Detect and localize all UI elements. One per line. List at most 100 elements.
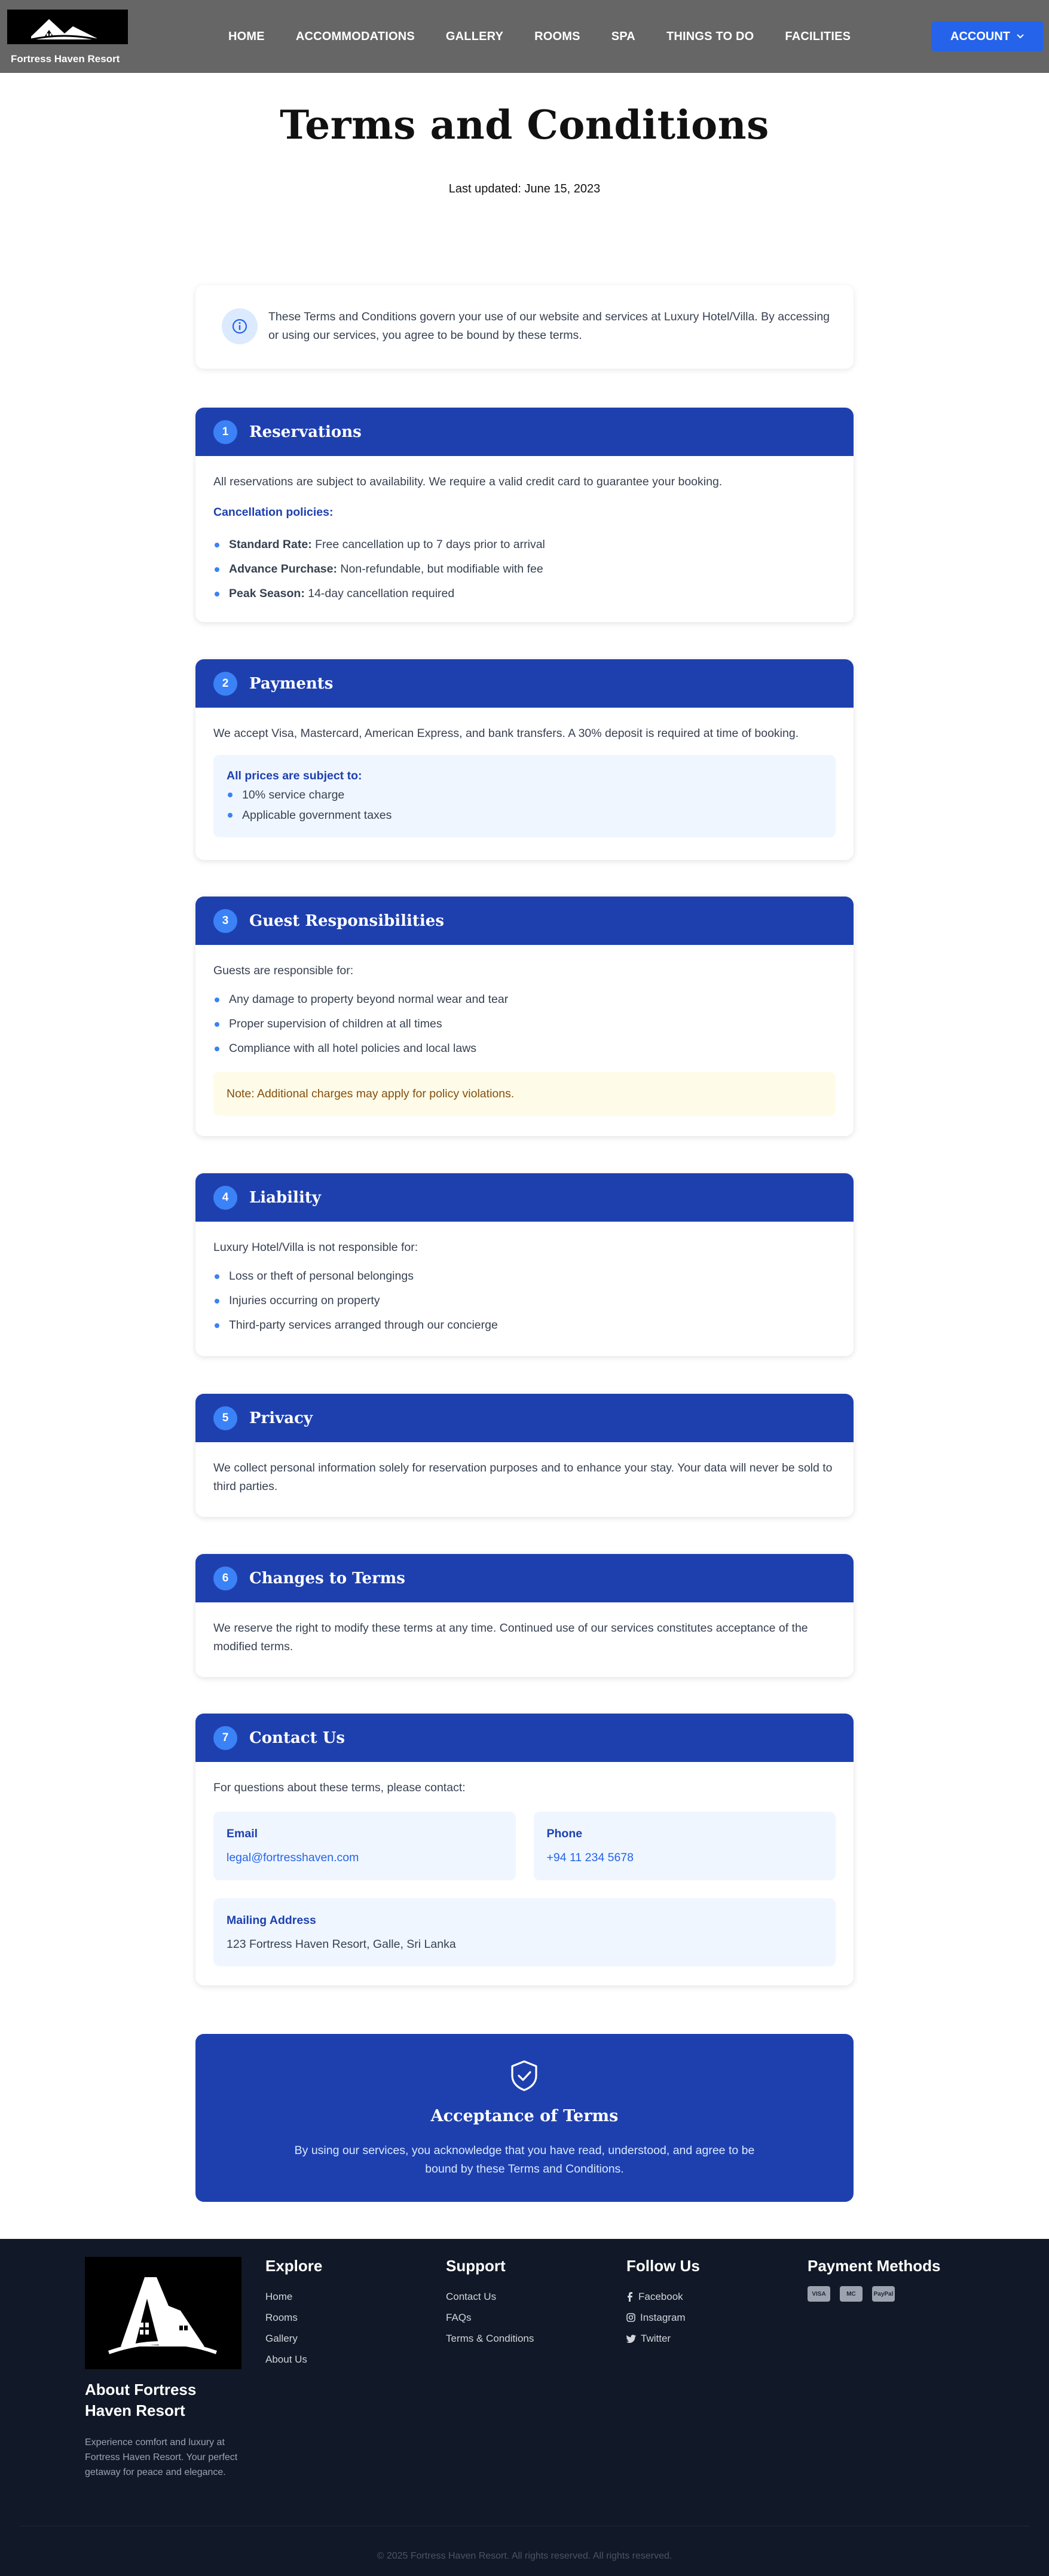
intro-text: These Terms and Conditions govern your u… [268,310,830,342]
facebook-label: Facebook [638,2291,683,2302]
nav-home[interactable]: HOME [228,30,265,44]
policy-desc: 14-day cancellation required [304,587,455,600]
policy-term: Advance Purchase: [229,562,337,576]
nav-things-to-do[interactable]: THINGS TO DO [666,30,754,44]
list-item: Third-party services arranged through ou… [213,1313,836,1338]
section-number: 3 [213,908,237,933]
policy-desc: Non-refundable, but modifiable with fee [337,562,543,576]
footer-link-contact[interactable]: Contact Us [446,2286,534,2307]
footer-follow: Follow Us Facebook Instagram Twitter [626,2257,700,2349]
policy-desc: Free cancellation up to 7 days prior to … [311,538,545,551]
nav-facilities[interactable]: FACILITIES [785,30,851,44]
footer-link-gallery[interactable]: Gallery [265,2328,322,2349]
instagram-label: Instagram [640,2312,686,2323]
section-body: We collect personal information solely f… [195,1442,854,1514]
section-payments: 2 Payments We accept Visa, Mastercard, A… [195,659,854,860]
section-contact: 7 Contact Us For questions about these t… [195,1714,854,1985]
list-item: Standard Rate: Free cancellation up to 7… [213,533,836,557]
list-item: Applicable government taxes [227,805,822,825]
list-item: Compliance with all hotel policies and l… [213,1036,836,1061]
section-privacy: 5 Privacy We collect personal informatio… [195,1394,854,1517]
section-text: We accept Visa, Mastercard, American Exp… [213,727,799,740]
footer-support: Support Contact Us FAQs Terms & Conditio… [446,2257,534,2349]
footer-link-terms[interactable]: Terms & Conditions [446,2328,534,2349]
logo[interactable] [7,10,128,44]
section-header: 5 Privacy [195,1394,854,1442]
policy-note: Note: Additional charges may apply for p… [213,1072,836,1116]
list-item: Injuries occurring on property [213,1289,836,1313]
visa-icon: VISA [808,2286,830,2302]
section-body: Guests are responsible for: Any damage t… [195,945,854,1134]
section-number: 6 [213,1566,237,1590]
section-body: We reserve the right to modify these ter… [195,1602,854,1674]
house-logo-icon [108,2277,218,2354]
footer-logo[interactable] [85,2257,241,2369]
prices-title: All prices are subject to: [227,769,362,782]
facebook-icon [628,2292,632,2302]
section-number: 5 [213,1406,237,1430]
footer-support-title: Support [446,2257,506,2275]
liability-list: Loss or theft of personal belongings Inj… [213,1264,836,1338]
brand-name: Fortress Haven Resort [11,53,120,65]
footer-link-faqs[interactable]: FAQs [446,2307,534,2328]
prices-list: 10% service charge Applicable government… [227,785,822,825]
section-changes: 6 Changes to Terms We reserve the right … [195,1554,854,1677]
section-text: Guests are responsible for: [213,964,354,977]
list-item: Advance Purchase: Non-refundable, but mo… [213,557,836,582]
paypal-icon: PayPal [872,2286,895,2302]
section-header: 3 Guest Responsibilities [195,897,854,945]
nav-accommodations[interactable]: ACCOMMODATIONS [296,30,415,44]
mastercard-icon: MC [840,2286,863,2302]
phone-box: Phone +94 11 234 5678 [533,1812,836,1880]
footer-payment: Payment Methods VISA MC PayPal [808,2257,941,2302]
section-body: For questions about these terms, please … [195,1762,854,1984]
shield-check-icon [511,2060,537,2091]
acceptance-title: Acceptance of Terms [430,2107,619,2125]
section-title: Liability [249,1188,321,1207]
section-body: Luxury Hotel/Villa is not responsible fo… [195,1222,854,1356]
twitter-icon [626,2334,636,2343]
email-label: Email [227,1827,258,1840]
section-text: We reserve the right to modify these ter… [213,1622,808,1653]
section-text: For questions about these terms, please … [213,1781,466,1794]
payment-icons: VISA MC PayPal [808,2286,941,2302]
last-updated: Last updated: June 15, 2023 [448,182,601,195]
footer-link-about[interactable]: About Us [265,2349,322,2370]
email-link[interactable]: legal@fortresshaven.com [227,1849,503,1867]
phone-link[interactable]: +94 11 234 5678 [547,1849,823,1867]
footer-link-facebook[interactable]: Facebook [626,2286,700,2307]
instagram-icon [626,2313,635,2322]
section-text: Luxury Hotel/Villa is not responsible fo… [213,1241,418,1254]
list-item: Loss or theft of personal belongings [213,1264,836,1289]
section-liability: 4 Liability Luxury Hotel/Villa is not re… [195,1173,854,1356]
section-reservations: 1 Reservations All reservations are subj… [195,408,854,622]
section-title: Reservations [249,423,362,441]
section-number: 2 [213,671,237,696]
section-guest-responsibilities: 3 Guest Responsibilities Guests are resp… [195,897,854,1136]
section-text: All reservations are subject to availabi… [213,475,723,488]
footer-link-twitter[interactable]: Twitter [626,2328,700,2349]
nav-rooms[interactable]: ROOMS [534,30,580,44]
account-button[interactable]: ACCOUNT [931,22,1044,51]
cancellation-title: Cancellation policies: [213,506,334,519]
address-value: 123 Fortress Haven Resort, Galle, Sri La… [227,1938,456,1951]
footer-link-home[interactable]: Home [265,2286,322,2307]
footer-link-instagram[interactable]: Instagram [626,2307,700,2328]
section-title: Contact Us [249,1728,345,1747]
responsibilities-list: Any damage to property beyond normal wea… [213,987,836,1061]
prices-box: All prices are subject to: 10% service c… [213,755,836,837]
list-item: Peak Season: 14-day cancellation require… [213,582,836,606]
nav-gallery[interactable]: GALLERY [446,30,503,44]
acceptance-banner: Acceptance of Terms By using our service… [195,2034,854,2202]
house-logo-icon [30,19,97,41]
email-box: Email legal@fortresshaven.com [213,1812,516,1880]
address-label: Mailing Address [227,1914,316,1927]
nav-spa[interactable]: SPA [611,30,635,44]
list-item: 10% service charge [227,785,822,805]
section-header: 4 Liability [195,1173,854,1222]
section-title: Changes to Terms [249,1569,405,1587]
section-text: We collect personal information solely f… [213,1461,833,1493]
policy-list: Standard Rate: Free cancellation up to 7… [213,533,836,606]
footer-link-rooms[interactable]: Rooms [265,2307,322,2328]
section-header: 1 Reservations [195,408,854,456]
